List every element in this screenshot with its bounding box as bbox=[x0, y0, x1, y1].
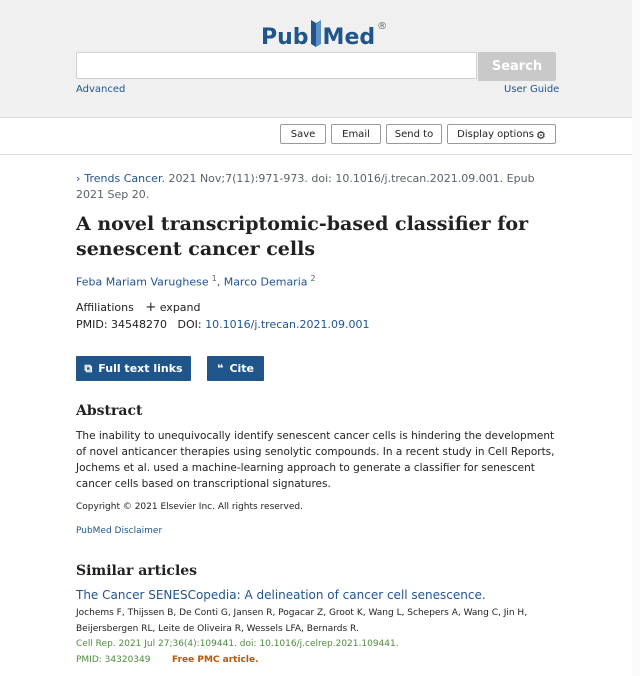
plus-icon[interactable]: + bbox=[145, 300, 156, 315]
doi-link[interactable]: 10.1016/j.trecan.2021.09.001 bbox=[205, 318, 369, 331]
search-input[interactable] bbox=[76, 52, 477, 79]
logo-med-text: Med bbox=[322, 25, 376, 50]
search-button[interactable]: Search bbox=[478, 52, 556, 81]
display-options-button[interactable]: Display options ⚙ bbox=[447, 124, 556, 144]
author-separator: , bbox=[216, 275, 221, 289]
cite-label: Cite bbox=[229, 362, 255, 375]
registered-mark: ® bbox=[377, 21, 388, 32]
similar-article-pmid: PMID: 34320349 bbox=[76, 655, 151, 665]
email-button[interactable]: Email bbox=[331, 124, 381, 144]
affiliation-number[interactable]: 2 bbox=[311, 274, 316, 283]
gear-icon: ⚙ bbox=[536, 128, 546, 142]
abstract-text: The inability to unequivocally identify … bbox=[76, 430, 555, 490]
full-text-links-label: Full text links bbox=[98, 362, 183, 375]
similar-article-authors: Jochems F, Thijssen B, De Conti G, Janse… bbox=[76, 608, 528, 634]
expand-affiliations-toggle[interactable]: expand bbox=[160, 301, 201, 314]
user-guide-link[interactable]: User Guide bbox=[504, 84, 559, 95]
quote-icon: ❝ bbox=[216, 362, 224, 375]
copyright-text: Copyright © 2021 Elsevier Inc. All right… bbox=[76, 502, 303, 512]
doi-label: DOI: bbox=[177, 318, 202, 331]
pmid-label: PMID: 34548270 bbox=[76, 318, 168, 331]
abstract-heading: Abstract bbox=[76, 403, 143, 419]
identifiers-row: PMID: 34548270 DOI: 10.1016/j.trecan.202… bbox=[76, 318, 369, 331]
author-link[interactable]: Feba Mariam Varughese bbox=[76, 276, 209, 289]
affiliations-label: Affiliations bbox=[76, 301, 134, 314]
similar-article-title-link[interactable]: The Cancer SENESCopedia: A delineation o… bbox=[76, 588, 486, 602]
chevron-right-icon: › bbox=[76, 172, 81, 185]
site-header: Pub Med ® Search Advanced User Guide bbox=[0, 0, 632, 118]
article-citation: › Trends Cancer. 2021 Nov;7(11):971-973. … bbox=[76, 171, 556, 203]
journal-link[interactable]: Trends Cancer. bbox=[84, 172, 165, 185]
affiliations-row: Affiliations + expand bbox=[76, 300, 201, 315]
external-link-icon: ⧉ bbox=[84, 361, 93, 375]
logo-pub-text: Pub bbox=[261, 25, 309, 50]
cite-button[interactable]: ❝ Cite bbox=[207, 356, 264, 381]
author-link[interactable]: Marco Demaria bbox=[224, 276, 308, 289]
article-title: A novel transcriptomic-based classifier … bbox=[76, 213, 529, 260]
full-text-links-button[interactable]: ⧉ Full text links bbox=[76, 356, 191, 381]
display-options-label: Display options bbox=[457, 128, 534, 140]
advanced-search-link[interactable]: Advanced bbox=[76, 84, 125, 95]
pubmed-logo[interactable]: Pub Med ® bbox=[261, 14, 387, 50]
similar-articles-heading: Similar articles bbox=[76, 563, 198, 579]
free-pmc-badge: Free PMC article. bbox=[172, 655, 259, 665]
pubmed-disclaimer-link[interactable]: PubMed Disclaimer bbox=[76, 526, 162, 536]
save-button[interactable]: Save bbox=[280, 124, 326, 144]
send-to-button[interactable]: Send to bbox=[386, 124, 442, 144]
similar-article-citation: Cell Rep. 2021 Jul 27;36(4):109441. doi:… bbox=[76, 639, 399, 649]
scrollbar[interactable] bbox=[632, 0, 640, 676]
article-toolbar: Save Email Send to Display options ⚙ bbox=[0, 118, 632, 155]
book-icon bbox=[310, 18, 322, 48]
author-list: Feba Mariam Varughese 1, Marco Demaria 2 bbox=[76, 274, 316, 289]
